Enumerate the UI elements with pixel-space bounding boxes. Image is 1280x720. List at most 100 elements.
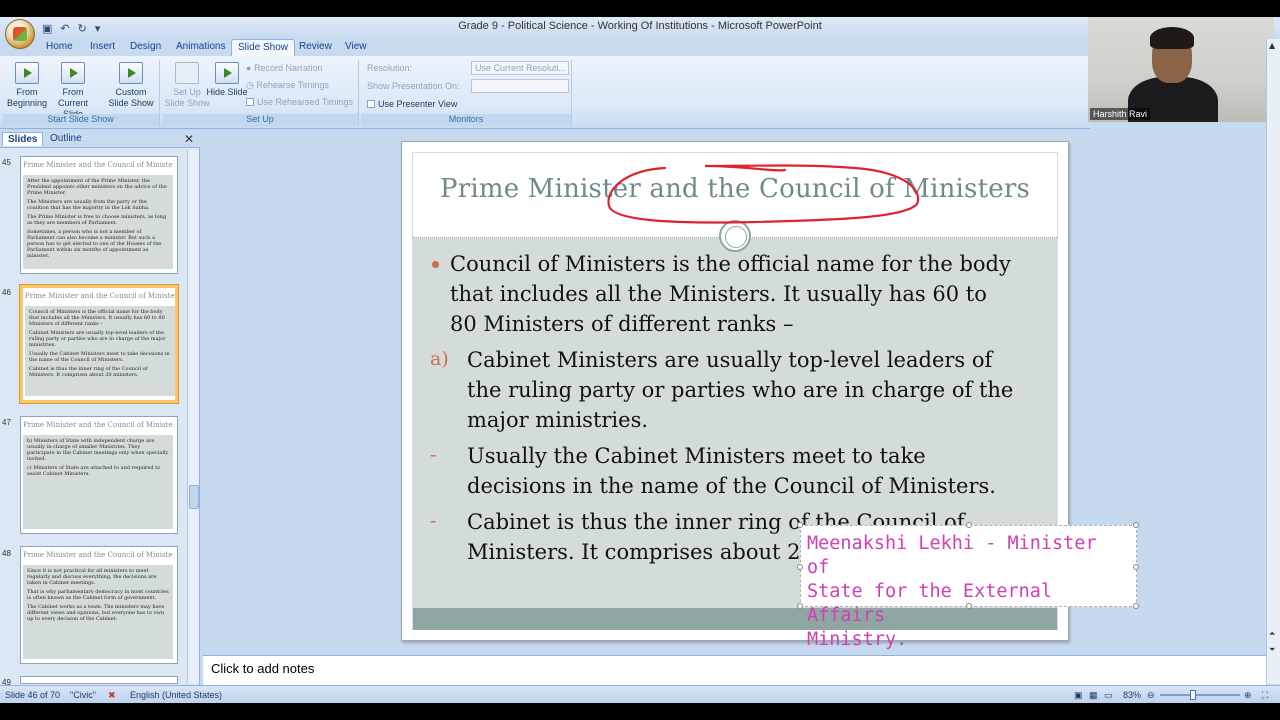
thumb-line: c) Ministers of State are attached to an… xyxy=(27,465,161,477)
resize-handle[interactable] xyxy=(797,564,803,570)
main-bullet-line-2[interactable]: that includes all the Ministers. It usua… xyxy=(450,279,987,309)
slide-counter: Slide 46 of 70 xyxy=(5,690,61,700)
main-vertical-scrollbar[interactable]: ▲ ⏶ ⏷ xyxy=(1266,39,1280,684)
item-a-line-1[interactable]: Cabinet Ministers are usually top-level … xyxy=(467,345,992,375)
powerpoint-window: ▣ ↶ ↻ ▾ Grade 9 - Political Science - Wo… xyxy=(0,0,1280,720)
presenter-hair xyxy=(1150,27,1194,49)
thumb-line: Sometimes, a person who is not a member … xyxy=(27,229,162,259)
status-bar: Slide 46 of 70 "Civic" ✖ English (United… xyxy=(0,685,1280,703)
item-a-line-2[interactable]: the ruling party or parties who are in c… xyxy=(467,375,1013,405)
tab-review[interactable]: Review xyxy=(299,41,332,52)
current-slide-icon xyxy=(61,62,85,84)
normal-view-icon[interactable]: ▣ xyxy=(1074,690,1083,701)
resize-handle[interactable] xyxy=(966,522,972,528)
thumb-number: 45 xyxy=(2,158,11,167)
resize-handle[interactable] xyxy=(966,603,972,609)
zoom-slider[interactable] xyxy=(1160,694,1240,696)
notes-pane[interactable]: Click to add notes xyxy=(203,655,1266,685)
zoom-level[interactable]: 83% xyxy=(1123,690,1141,700)
language-indicator[interactable]: English (United States) xyxy=(130,690,222,700)
rehearse-timings-button[interactable]: ◷ Rehearse Timings xyxy=(246,80,329,91)
tab-slide-show[interactable]: Slide Show xyxy=(231,39,296,57)
resize-handle[interactable] xyxy=(1133,522,1139,528)
resize-handle[interactable] xyxy=(1133,603,1139,609)
hide-slide-icon xyxy=(215,62,239,84)
slide-sorter-icon[interactable]: ▦ xyxy=(1089,690,1098,701)
group-label-start: Start Slide Show xyxy=(2,114,159,126)
zoom-in-icon[interactable]: ⊕ xyxy=(1244,690,1252,701)
from-beginning-label: From Beginning xyxy=(6,87,48,108)
next-slide-icon[interactable]: ⏷ xyxy=(1269,645,1275,655)
slide-thumbnail-46[interactable]: Prime Minister and the Council of Minist… xyxy=(19,284,179,404)
spellcheck-icon[interactable]: ✖ xyxy=(108,690,116,701)
hide-slide-label: Hide Slide xyxy=(206,87,248,97)
slide-thumbnail-48[interactable]: Prime Minister and the Council of Minist… xyxy=(20,546,178,664)
thumb-line: b) Ministers of State with independent c… xyxy=(27,438,169,462)
tab-home[interactable]: Home xyxy=(46,41,73,52)
item-b-line-1[interactable]: Usually the Cabinet Ministers meet to ta… xyxy=(467,441,926,471)
scroll-up-icon[interactable]: ▲ xyxy=(1269,41,1275,50)
slide-thumbnail-45[interactable]: Prime Minister and the Council of Minist… xyxy=(20,156,178,274)
previous-slide-icon[interactable]: ⏶ xyxy=(1269,629,1275,639)
thumb-title: Prime Minister and the Council of Minist… xyxy=(23,551,173,559)
thumb-line: Cabinet is thus the inner ring of the Co… xyxy=(29,366,148,378)
use-rehearsed-label: Use Rehearsed Timings xyxy=(257,97,354,107)
fit-to-window-icon[interactable]: ⛶ xyxy=(1262,690,1268,701)
slide-show-view-icon[interactable]: ▭ xyxy=(1104,690,1113,701)
resize-handle[interactable] xyxy=(797,522,803,528)
group-label-monitors: Monitors xyxy=(361,114,571,126)
group-set-up: Set Up Slide Show Hide Slide ● Record Na… xyxy=(162,60,359,126)
annotation-line-1: Meenakshi Lekhi - Minister of xyxy=(807,533,1097,578)
custom-slide-show-label: Custom Slide Show xyxy=(108,87,154,108)
tab-slides[interactable]: Slides xyxy=(2,132,44,146)
hide-slide-button[interactable]: Hide Slide xyxy=(202,62,252,98)
tab-design[interactable]: Design xyxy=(130,41,161,52)
thumb-line: The Ministers are usually from the party… xyxy=(27,199,150,211)
close-pane-icon[interactable]: ✕ xyxy=(184,132,194,146)
item-b-line-2[interactable]: decisions in the name of the Council of … xyxy=(467,471,996,501)
item-c-line-2[interactable]: Ministers. It comprises about 2 xyxy=(467,537,800,567)
use-rehearsed-timings-checkbox[interactable]: Use Rehearsed Timings xyxy=(246,97,353,107)
thumb-line: After the appointment of the Prime Minis… xyxy=(27,178,167,196)
resolution-select[interactable]: Use Current Resoluti... xyxy=(471,61,569,75)
group-monitors: Resolution: Use Current Resoluti... Show… xyxy=(361,60,572,126)
thumb-line: The Prime Minister is free to choose min… xyxy=(27,214,167,226)
slides-pane-scrollbar[interactable] xyxy=(187,150,199,683)
tab-insert[interactable]: Insert xyxy=(90,41,115,52)
item-a-line-3[interactable]: major ministries. xyxy=(467,405,648,435)
slide-thumbnail-49[interactable] xyxy=(20,676,178,684)
thumb-number: 46 xyxy=(2,288,11,297)
list-marker-a: a) xyxy=(430,348,449,370)
record-narration-button[interactable]: ● Record Narration xyxy=(246,63,322,73)
thumb-body: Since it is not practical for all minist… xyxy=(23,565,173,659)
main-bullet-line-3[interactable]: 80 Ministers of different ranks – xyxy=(450,309,793,339)
thumb-body: Council of Ministers is the official nam… xyxy=(25,306,175,396)
setup-icon xyxy=(175,62,199,84)
checkbox-icon xyxy=(367,100,375,108)
office-button[interactable] xyxy=(5,19,35,49)
custom-show-icon xyxy=(119,62,143,84)
from-current-slide-button[interactable]: From Current Slide xyxy=(48,62,98,120)
annotation-text[interactable]: Meenakshi Lekhi - Minister of State for … xyxy=(807,532,1127,652)
resize-handle[interactable] xyxy=(797,603,803,609)
tab-outline[interactable]: Outline xyxy=(50,133,82,144)
bottom-letterbox xyxy=(0,703,1280,720)
ribbon-tabs xyxy=(0,39,1090,56)
webcam-name-label: Harshith Ravi xyxy=(1090,108,1151,120)
resize-handle[interactable] xyxy=(1133,564,1139,570)
main-bullet-line-1[interactable]: Council of Ministers is the official nam… xyxy=(450,249,1011,279)
slide-thumbnail-47[interactable]: Prime Minister and the Council of Minist… xyxy=(20,416,178,534)
tab-animations[interactable]: Animations xyxy=(176,41,225,52)
notes-placeholder: Click to add notes xyxy=(211,661,315,676)
show-presentation-on-select[interactable] xyxy=(471,79,569,93)
zoom-out-icon[interactable]: ⊖ xyxy=(1147,690,1155,701)
custom-slide-show-button[interactable]: Custom Slide Show xyxy=(106,62,156,109)
tab-view[interactable]: View xyxy=(345,41,367,52)
zoom-slider-knob[interactable] xyxy=(1190,690,1196,700)
scroll-thumb[interactable] xyxy=(189,485,199,509)
use-presenter-view-checkbox[interactable]: Use Presenter View xyxy=(367,99,457,109)
from-beginning-button[interactable]: From Beginning xyxy=(2,62,52,109)
annotation-line-3: Ministry. xyxy=(807,629,908,650)
play-slideshow-icon xyxy=(15,62,39,84)
annotation-text-box[interactable]: Meenakshi Lekhi - Minister of State for … xyxy=(797,522,1139,650)
